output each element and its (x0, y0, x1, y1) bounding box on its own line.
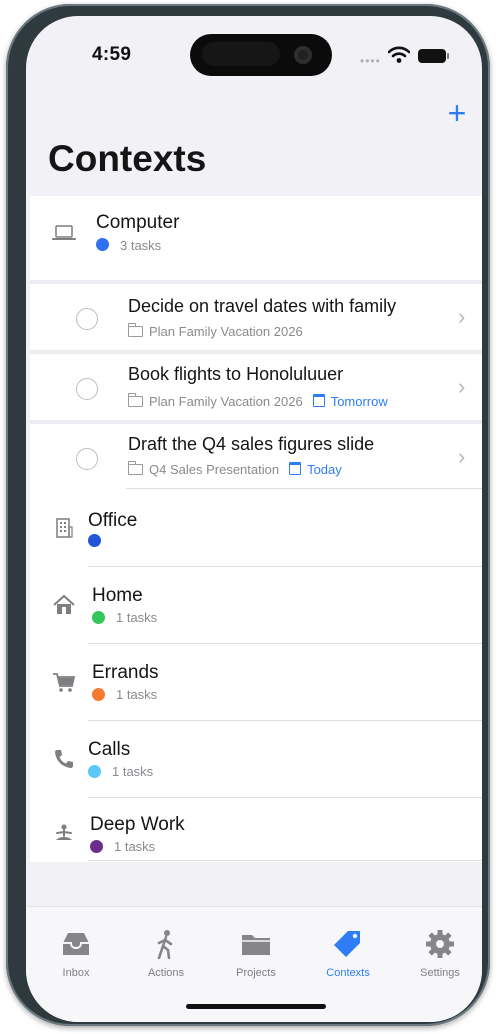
task-due-date: Tomorrow (330, 394, 388, 409)
folder-icon (128, 461, 143, 475)
task-title: Book flights to Honoluluuer (128, 364, 344, 384)
task-row[interactable]: Book flights to Honoluluuer Plan Family … (30, 354, 482, 420)
task-project: Plan Family Vacation 2026 (149, 394, 303, 409)
task-project: Q4 Sales Presentation (149, 462, 280, 477)
context-task-count: 1 tasks (116, 610, 158, 625)
context-name: Computer (96, 212, 180, 233)
tab-settings[interactable]: Settings (400, 929, 480, 979)
chevron-right-icon: › (458, 304, 466, 329)
context-name: Office (88, 510, 138, 531)
dynamic-island (190, 34, 332, 76)
context-row-computer[interactable]: Computer 3 tasks (30, 196, 482, 272)
tab-label: Contexts (326, 967, 370, 979)
tab-label: Actions (147, 967, 185, 979)
tray-icon (63, 933, 89, 955)
context-name: Calls (88, 739, 131, 760)
context-color-dot (92, 688, 105, 701)
context-task-count: 1 tasks (116, 687, 158, 702)
calendar-icon (312, 394, 325, 407)
status-time: 4:59 (92, 44, 132, 65)
tag-icon (334, 931, 360, 957)
context-row-deep-work[interactable]: Deep Work 1 tasks (30, 798, 482, 862)
folder-icon (128, 393, 143, 407)
gear-icon (426, 930, 454, 958)
context-row-calls[interactable]: Calls 1 tasks (30, 721, 482, 797)
task-row[interactable]: Draft the Q4 sales figures slide Q4 Sale… (30, 424, 482, 490)
calendar-icon (289, 462, 302, 475)
tab-actions[interactable]: Actions (126, 929, 206, 979)
device-frame: 4:59 •••• + Contexts Computer 3 tasks De… (6, 4, 490, 1026)
task-complete-checkbox[interactable] (76, 308, 98, 330)
page-title: Contexts (48, 138, 207, 179)
chevron-right-icon: › (458, 374, 466, 399)
camera-icon (294, 46, 312, 64)
context-color-dot (92, 611, 105, 624)
folder-icon (128, 323, 143, 337)
task-project: Plan Family Vacation 2026 (149, 324, 303, 339)
context-name: Deep Work (90, 814, 185, 835)
battery-icon (418, 49, 446, 63)
wifi-icon (388, 46, 410, 63)
home-indicator[interactable] (186, 1004, 326, 1009)
task-title: Draft the Q4 sales figures slide (128, 434, 375, 454)
context-name: Home (92, 585, 143, 606)
meditation-icon (56, 824, 72, 840)
tab-label: Inbox (62, 967, 90, 979)
task-row[interactable]: Decide on travel dates with family Plan … (30, 284, 482, 350)
context-color-dot (96, 238, 109, 251)
laptop-icon (52, 225, 76, 240)
phone-icon (55, 750, 73, 768)
screen: 4:59 •••• + Contexts Computer 3 tasks De… (26, 16, 482, 1022)
task-due-date: Today (307, 462, 342, 477)
context-task-count: 1 tasks (112, 764, 154, 779)
building-icon (56, 518, 73, 538)
context-row-errands[interactable]: Errands 1 tasks (30, 644, 482, 720)
tab-contexts[interactable]: Contexts (308, 929, 388, 979)
task-title: Decide on travel dates with family (128, 296, 397, 316)
task-complete-checkbox[interactable] (76, 448, 98, 470)
chevron-right-icon: › (458, 444, 466, 469)
context-row-office[interactable]: Office (30, 490, 482, 566)
context-color-dot (88, 765, 101, 778)
context-task-count: 1 tasks (114, 839, 156, 854)
add-context-button[interactable]: + (444, 97, 470, 129)
context-row-home[interactable]: Home 1 tasks (30, 567, 482, 643)
tab-projects[interactable]: Projects (216, 929, 296, 979)
folder-icon (242, 935, 270, 955)
context-name: Errands (92, 662, 159, 683)
context-task-count: 3 tasks (120, 238, 162, 253)
house-icon (53, 594, 75, 614)
tab-label: Projects (236, 967, 276, 979)
tab-inbox[interactable]: Inbox (36, 929, 116, 979)
cart-icon (53, 673, 76, 692)
contexts-list: Computer 3 tasks Decide on travel dates … (30, 196, 482, 862)
walking-figure-icon (157, 930, 173, 959)
context-color-dot (90, 840, 103, 853)
context-color-dot (88, 534, 101, 547)
task-complete-checkbox[interactable] (76, 378, 98, 400)
signal-icon: •••• (360, 54, 381, 68)
tab-label: Settings (420, 967, 460, 979)
